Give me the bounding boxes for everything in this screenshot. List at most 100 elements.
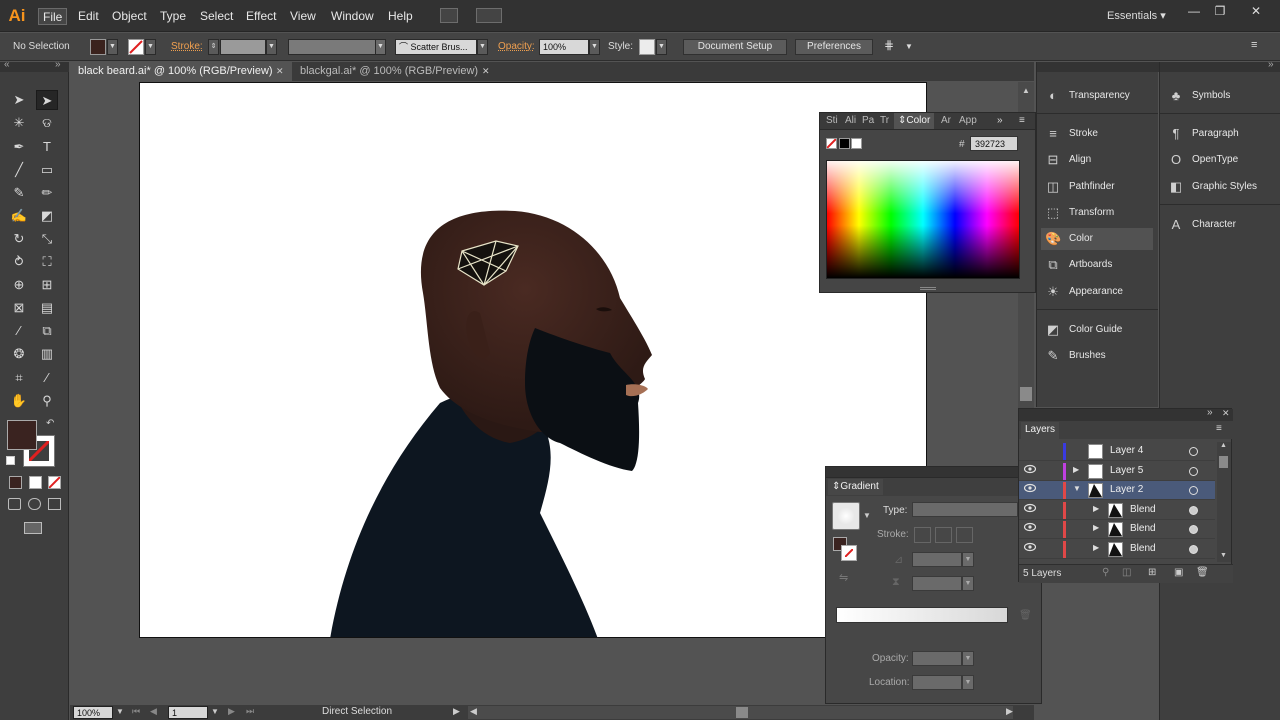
close-icon[interactable]: ✕: [1222, 408, 1230, 419]
target-circle-icon[interactable]: [1189, 544, 1198, 554]
line-tool-icon[interactable]: ╱: [8, 160, 30, 180]
layer-row[interactable]: ▼ Layer 2: [1019, 481, 1215, 500]
close-icon[interactable]: ✕: [276, 62, 284, 81]
chevron-down-icon[interactable]: ▼: [863, 511, 871, 520]
collapse-arrow-icon[interactable]: ▼: [1073, 484, 1081, 493]
dock-stroke[interactable]: ≡ Stroke: [1041, 123, 1153, 145]
scroll-right-icon[interactable]: ▶: [1006, 706, 1013, 717]
slice-tool-icon[interactable]: ⁄: [36, 368, 58, 388]
color-mode-icon[interactable]: [9, 476, 22, 489]
expand-arrow-icon[interactable]: ▶: [1093, 523, 1099, 532]
panel-menu-icon[interactable]: ≡: [1251, 39, 1257, 51]
dock-paragraph[interactable]: ¶ Paragraph: [1164, 123, 1276, 145]
chevron-down-icon[interactable]: ▼: [211, 707, 219, 716]
menu-select[interactable]: Select: [196, 8, 237, 25]
direct-selection-tool-icon[interactable]: ➤: [36, 90, 58, 110]
selection-tool-icon[interactable]: ➤: [8, 90, 30, 110]
bridge-icon[interactable]: [440, 8, 458, 23]
menu-view[interactable]: View: [286, 8, 320, 25]
minimize-icon[interactable]: —: [1183, 4, 1205, 18]
chevron-down-icon[interactable]: ▼: [116, 707, 124, 716]
color-spectrum[interactable]: [826, 160, 1020, 279]
gradient-tool-icon[interactable]: ▤: [36, 298, 58, 318]
rectangle-tool-icon[interactable]: ▭: [36, 160, 58, 180]
dock-character[interactable]: A Character: [1164, 214, 1276, 236]
tab-color[interactable]: ⇕Color: [894, 113, 935, 129]
scrollbar-thumb[interactable]: [1020, 387, 1032, 401]
chevron-down-icon[interactable]: ▼: [962, 552, 974, 567]
collapse-icon[interactable]: »: [1207, 407, 1213, 418]
chevron-down-icon[interactable]: ▼: [477, 39, 488, 55]
locate-object-icon[interactable]: ⚲: [1102, 567, 1109, 578]
zoom-tool-icon[interactable]: ⚲: [36, 391, 58, 411]
new-sublayer-icon[interactable]: ⊞: [1148, 567, 1156, 578]
portrait-illustration[interactable]: [140, 83, 927, 638]
tab-blackgal[interactable]: blackgal.ai* @ 100% (RGB/Preview) ✕: [292, 62, 497, 81]
next-artboard-icon[interactable]: ▶: [228, 706, 235, 717]
layer-row[interactable]: ▶ Blend: [1019, 540, 1215, 559]
layer-row[interactable]: ▶ Blend: [1019, 501, 1215, 520]
screen-mode-icon[interactable]: [24, 522, 42, 534]
mesh-tool-icon[interactable]: ⊠: [8, 298, 30, 318]
dock-align[interactable]: ⊟ Align: [1041, 149, 1153, 171]
menu-object[interactable]: Object: [108, 8, 151, 25]
aspect-ratio-field[interactable]: [912, 576, 962, 591]
expand-arrow-icon[interactable]: ▶: [1093, 504, 1099, 513]
stroke-along-icon[interactable]: [935, 527, 952, 543]
scroll-left-icon[interactable]: ◀: [470, 706, 477, 717]
tab-stroke[interactable]: Sti: [826, 113, 838, 129]
eraser-tool-icon[interactable]: ◩: [36, 206, 58, 226]
canvas-horizontal-scrollbar[interactable]: ◀ ▶: [468, 706, 1013, 719]
eye-icon[interactable]: [1023, 542, 1037, 556]
eyedropper-tool-icon[interactable]: ⁄: [8, 321, 30, 341]
menu-file[interactable]: File: [38, 8, 68, 25]
hex-input[interactable]: 392723: [970, 136, 1018, 151]
delete-stop-icon[interactable]: 🗑: [1019, 610, 1032, 621]
visibility-toggle[interactable]: [1023, 444, 1037, 458]
menu-effect[interactable]: Effect: [242, 8, 280, 25]
opacity-label[interactable]: Opacity:: [498, 41, 535, 52]
layer-name[interactable]: Blend: [1130, 504, 1156, 515]
new-layer-icon[interactable]: ▣: [1174, 567, 1183, 578]
panel-menu-icon[interactable]: ≡: [1216, 423, 1222, 434]
stroke-across-icon[interactable]: [956, 527, 973, 543]
scroll-up-icon[interactable]: ▲: [1220, 442, 1227, 449]
tab-transform[interactable]: Tr: [880, 113, 889, 129]
menu-window[interactable]: Window: [327, 8, 378, 25]
gradient-type-select[interactable]: [912, 502, 1018, 517]
dock-pathfinder[interactable]: ◫ Pathfinder: [1041, 176, 1153, 198]
perspective-grid-tool-icon[interactable]: ⊞: [36, 275, 58, 295]
default-colors-icon[interactable]: [6, 456, 15, 465]
layer-name[interactable]: Layer 2: [1110, 484, 1143, 495]
black-swatch[interactable]: [839, 138, 850, 149]
chevron-down-icon[interactable]: ▼: [107, 39, 118, 55]
draw-behind-icon[interactable]: [28, 498, 41, 510]
warp-tool-icon[interactable]: ⥁: [8, 252, 30, 272]
chevron-down-icon[interactable]: ▼: [962, 675, 974, 690]
panel-grip[interactable]: [826, 467, 1041, 478]
scrollbar-thumb[interactable]: [1219, 456, 1228, 468]
eye-icon[interactable]: [1023, 503, 1037, 517]
stop-opacity-field[interactable]: [912, 651, 962, 666]
tab-appearance[interactable]: App: [959, 113, 977, 129]
layer-name[interactable]: Layer 5: [1110, 465, 1143, 476]
dock-artboards[interactable]: ⧉ Artboards: [1041, 254, 1153, 276]
scroll-up-icon[interactable]: ▲: [1022, 86, 1030, 95]
paintbrush-tool-icon[interactable]: ✎: [8, 183, 30, 203]
dock-symbols[interactable]: ♣ Symbols: [1164, 85, 1276, 107]
none-mode-icon[interactable]: [48, 476, 61, 489]
style-swatch[interactable]: [639, 39, 655, 55]
panel-grip[interactable]: » ✕: [1019, 407, 1233, 421]
panel-menu-icon[interactable]: ≡: [1019, 113, 1025, 129]
chevron-down-icon[interactable]: ▼: [375, 39, 386, 55]
none-color-swatch[interactable]: [826, 138, 837, 149]
free-transform-tool-icon[interactable]: ⛶: [36, 252, 58, 272]
artboard-number-field[interactable]: 1: [168, 706, 208, 719]
resize-grip-icon[interactable]: [920, 287, 936, 290]
layer-row[interactable]: ▶ Layer 5: [1019, 462, 1215, 481]
stroke-within-icon[interactable]: [914, 527, 931, 543]
angle-field[interactable]: [912, 552, 962, 567]
expand-arrow-icon[interactable]: ▶: [1073, 465, 1079, 474]
chevron-down-icon[interactable]: ▼: [589, 39, 600, 55]
artboard-tool-icon[interactable]: ⌗: [8, 368, 30, 388]
